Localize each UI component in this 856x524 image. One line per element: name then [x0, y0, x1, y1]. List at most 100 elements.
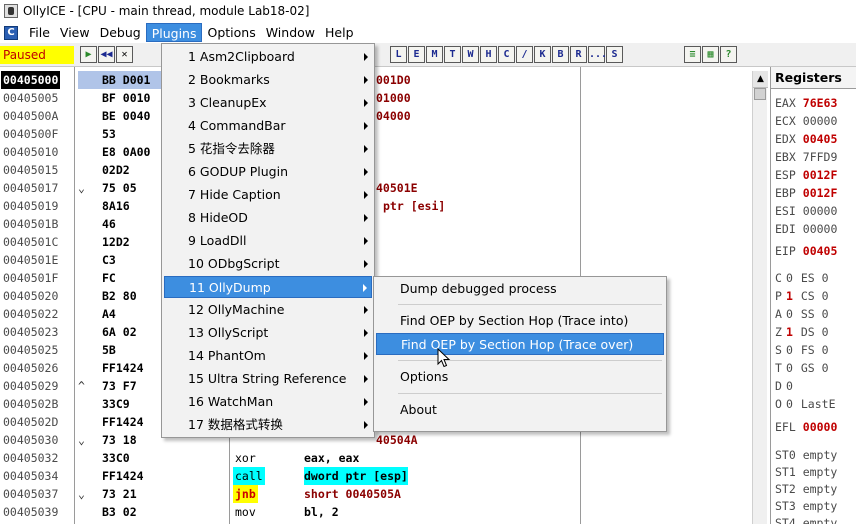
instruction-bytes: 8A16 [102, 199, 130, 213]
plugin-menu-item[interactable]: 4 CommandBar [164, 115, 372, 137]
disassembly-row[interactable]: 0040501B 46 [0, 215, 768, 233]
disassembly-row[interactable]: 00405010 E8 0A00 [0, 143, 768, 161]
menu-view[interactable]: View [55, 23, 95, 42]
plugin-menu-item[interactable]: 8 HideOD [164, 207, 372, 229]
instruction-operands: dword ptr [esp] [304, 467, 408, 485]
flag-row[interactable]: S 0 FS 0 [775, 341, 856, 359]
disassembly-row[interactable]: 00405034 FF1424 call dword ptr [esp] [0, 467, 768, 485]
ollyice-app-icon[interactable] [4, 4, 18, 18]
plugin-menu-item[interactable]: 7 Hide Caption [164, 184, 372, 206]
fpu-register-row[interactable]: ST2 empty [775, 480, 856, 498]
windows-window-button[interactable]: W [462, 46, 479, 63]
register-row[interactable]: EBP 0012F [775, 184, 856, 202]
disassembly-row[interactable]: 0040501C 12D2 [0, 233, 768, 251]
find-oep-trace-over-item[interactable]: Find OEP by Section Hop (Trace over) [376, 333, 664, 355]
disassembly-row[interactable]: 00405037 ⌄ 73 21 jnb short 0040505A [0, 485, 768, 503]
fpu-register-row[interactable]: ST0 empty [775, 446, 856, 464]
flag-row[interactable]: C 0 ES 0 [775, 269, 856, 287]
disassembly-row[interactable]: 00405017 ⌄ 75 05 40501E [0, 179, 768, 197]
disassembly-row[interactable]: 00405032 33C0 xor eax, eax [0, 449, 768, 467]
plugin-menu-item[interactable]: 11 OllyDump [164, 276, 372, 298]
cpu-window-icon[interactable]: C [4, 25, 18, 40]
disassembly-row[interactable]: 0040500F 53 [0, 125, 768, 143]
submenu-arrow-icon [364, 168, 368, 176]
register-row[interactable]: ESP 0012F [775, 166, 856, 184]
register-row[interactable]: ESI 00000 [775, 202, 856, 220]
restart-icon[interactable]: ◀◀ [98, 46, 115, 63]
patches-window-button[interactable]: / [516, 46, 533, 63]
ollydump-options-item[interactable]: Options [376, 366, 664, 388]
plugin-menu-item[interactable]: 9 LoadDll [164, 230, 372, 252]
disassembly-row[interactable]: 0040500A BE 0040 04000 [0, 107, 768, 125]
plugin-menu-item[interactable]: 1 Asm2Clipboard [164, 46, 372, 68]
plugin-menu-item[interactable]: 2 Bookmarks [164, 69, 372, 91]
disassembly-row[interactable]: 00405019 8A16 ptr [esi] [0, 197, 768, 215]
threads-window-button[interactable]: T [444, 46, 461, 63]
scroll-thumb[interactable] [754, 88, 766, 100]
fpu-register-row[interactable]: ST1 empty [775, 463, 856, 481]
plugin-menu-item[interactable]: 16 WatchMan [164, 391, 372, 413]
plugin-menu-item[interactable]: 12 OllyMachine [164, 299, 372, 321]
source-window-button[interactable]: S [606, 46, 623, 63]
grid-icon[interactable]: ▦ [702, 46, 719, 63]
register-row[interactable]: EDI 00000 [775, 220, 856, 238]
scroll-up-icon[interactable]: ▲ [753, 71, 768, 88]
flag-row[interactable]: Z 1 DS 0 [775, 323, 856, 341]
flag-row[interactable]: O 0 LastE [775, 395, 856, 413]
disassembly-row[interactable]: 00405030 ⌄ 73 18 40504A [0, 431, 768, 449]
plugin-menu-item[interactable]: 5 花指令去除器 [164, 138, 372, 160]
call-stack-window-button[interactable]: K [534, 46, 551, 63]
menu-window[interactable]: Window [261, 23, 320, 42]
menu-help[interactable]: Help [320, 23, 359, 42]
register-row-efl[interactable]: EFL 00000 [775, 418, 856, 436]
fpu-register-row[interactable]: ST4 empty [775, 514, 856, 524]
breakpoints-window-button[interactable]: B [552, 46, 569, 63]
plugin-menu-item[interactable]: 15 Ultra String Reference [164, 368, 372, 390]
menu-debug[interactable]: Debug [95, 23, 146, 42]
help-icon[interactable]: ? [720, 46, 737, 63]
plugin-menu-item[interactable]: 10 ODbgScript [164, 253, 372, 275]
register-row[interactable]: EDX 00405 [775, 130, 856, 148]
disassembly-row[interactable]: 00405015 02D2 [0, 161, 768, 179]
register-name: EBP [775, 186, 796, 200]
plugin-menu-item[interactable]: 17 数据格式转换 [164, 414, 372, 436]
plugin-menu-item[interactable]: 14 PhantOm [164, 345, 372, 367]
dump-debugged-process-item[interactable]: Dump debugged process [376, 278, 664, 300]
registers-pane[interactable]: Registers EAX 76E63 ECX 00000 EDX 00405 EBX 7FF… [770, 67, 856, 524]
disassembly-row[interactable]: 00405000 BB D001 001D0 [0, 71, 768, 89]
references-window-button[interactable]: R [570, 46, 587, 63]
disassembly-row[interactable]: 00405039 B3 02 mov bl, 2 [0, 503, 768, 521]
menu-file[interactable]: File [24, 23, 55, 42]
register-row[interactable]: EAX 76E63 [775, 94, 856, 112]
register-row[interactable]: EBX 7FFD9 [775, 148, 856, 166]
handles-window-button[interactable]: H [480, 46, 497, 63]
flag-row[interactable]: P 1 CS 0 [775, 287, 856, 305]
memory-window-button[interactable]: M [426, 46, 443, 63]
open-icon[interactable]: ▶ [80, 46, 97, 63]
find-oep-trace-into-item[interactable]: Find OEP by Section Hop (Trace into) [376, 310, 664, 332]
flag-row[interactable]: A 0 SS 0 [775, 305, 856, 323]
menu-plugins[interactable]: Plugins [145, 23, 203, 42]
fpu-register-row[interactable]: ST3 empty [775, 497, 856, 515]
disassembly-scrollbar[interactable]: ▲ [752, 71, 768, 524]
list-icon[interactable]: ≡ [684, 46, 701, 63]
register-row-eip[interactable]: EIP 00405 [775, 242, 856, 260]
flag-row[interactable]: D0 [775, 377, 856, 395]
flag-row[interactable]: T 0 GS 0 [775, 359, 856, 377]
close-icon[interactable]: ✕ [116, 46, 133, 63]
disassembly-row[interactable]: 00405005 BF 0010 01000 [0, 89, 768, 107]
instruction-bytes: FC [102, 271, 116, 285]
log-window-button[interactable]: L [390, 46, 407, 63]
plugin-menu-item[interactable]: 13 OllyScript [164, 322, 372, 344]
cpu-window-button[interactable]: C [498, 46, 515, 63]
instruction-bytes: FF1424 [102, 415, 144, 429]
executables-window-button[interactable]: E [408, 46, 425, 63]
flag-name: Z [775, 325, 782, 339]
ollydump-about-item[interactable]: About [376, 399, 664, 421]
register-row[interactable]: ECX 00000 [775, 112, 856, 130]
disassembly-row[interactable]: 0040501E C3 [0, 251, 768, 269]
plugin-menu-item[interactable]: 6 GODUP Plugin [164, 161, 372, 183]
menu-options[interactable]: Options [202, 23, 260, 42]
plugin-menu-item[interactable]: 3 CleanupEx [164, 92, 372, 114]
run-trace-window-button[interactable]: ... [588, 46, 607, 63]
